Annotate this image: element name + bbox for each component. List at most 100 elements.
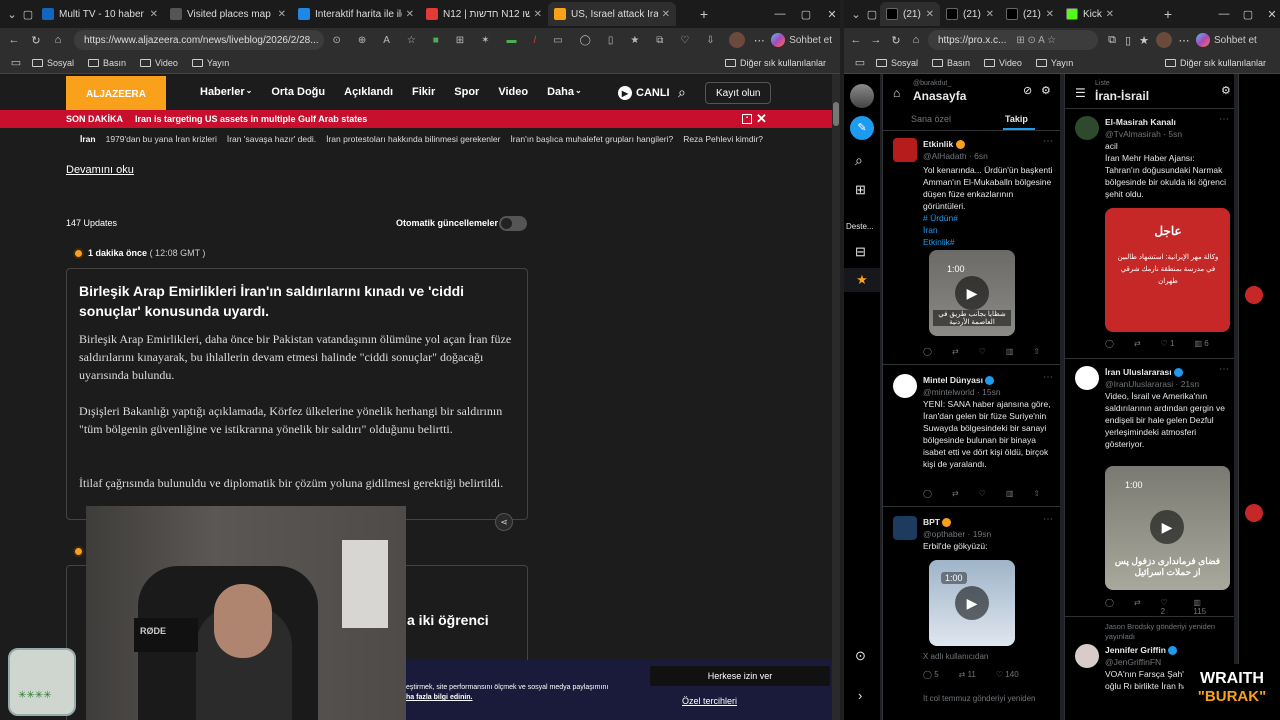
like-icon[interactable]: ♡ 140	[996, 670, 1019, 679]
post-avatar[interactable]	[1075, 366, 1099, 390]
split-icon-r[interactable]: ▯	[1120, 34, 1136, 47]
search-icon-x[interactable]: ⌕	[855, 152, 863, 169]
share-icon[interactable]: ⋖	[495, 513, 513, 531]
bookmark-folder[interactable]: Video	[984, 58, 1022, 68]
post-avatar[interactable]	[893, 374, 917, 398]
tweet-actions[interactable]: ◯ ⇄ ♡ 2 ▥ 115	[1105, 598, 1234, 616]
tweet[interactable]: İran Uluslararası @IranUluslararasi · 21…	[1105, 366, 1230, 450]
minimize-icon[interactable]: —	[772, 8, 788, 20]
aj-menu-item[interactable]: Spor	[454, 86, 479, 98]
browser-tab[interactable]: (21) X ✕	[940, 2, 1000, 26]
tab-close-icon[interactable]: ✕	[534, 9, 542, 20]
browser-tab[interactable]: N12 | חדשות N12 אתר החדשו ✕	[420, 2, 548, 26]
like-icon[interactable]: ♡	[979, 347, 986, 356]
browser-tab[interactable]: KickPr ✕	[1060, 2, 1120, 26]
like-icon[interactable]: ♡ 1	[1161, 339, 1175, 348]
like-icon[interactable]: ♡ 2	[1161, 598, 1174, 616]
tweet-more-icon[interactable]: ⋯	[1219, 114, 1229, 125]
favorites-icon[interactable]: ★	[630, 35, 639, 46]
read-aloud-icon[interactable]: ⊙	[332, 35, 340, 46]
bookmark-menu-icon-r[interactable]: ▭	[852, 56, 868, 69]
retweet-icon[interactable]: ⇄	[1134, 339, 1141, 348]
browser-tab[interactable]: (21) X ✕	[880, 2, 940, 26]
chat-button-r[interactable]: Sohbet et	[1214, 35, 1257, 46]
minimize-icon-r[interactable]: —	[1216, 8, 1232, 20]
tweet-more-icon[interactable]: ⋯	[1219, 364, 1229, 375]
aj-menu-item[interactable]: Video	[498, 86, 528, 98]
aj-menu-item[interactable]: Daha	[547, 86, 574, 98]
breaking-news-bar[interactable]: SON DAKİKA Iran is targeting US assets i…	[0, 110, 832, 128]
tab-close-icon[interactable]: ✕	[150, 9, 158, 20]
tab-close-icon[interactable]: ✕	[278, 9, 286, 20]
retweet-icon[interactable]: ⇄	[1134, 598, 1141, 616]
tweet-actions[interactable]: ◯ ⇄ ♡ 1 ▥ 6	[1105, 339, 1229, 348]
compose-icon[interactable]: ✎	[850, 116, 874, 140]
browser-tab[interactable]: Multi TV - 10 haber k ✕	[36, 2, 164, 26]
profile-avatar-r[interactable]	[1156, 32, 1172, 48]
add-column-icon[interactable]: ⊞	[855, 182, 866, 198]
bookmark-folder[interactable]: Yayın	[191, 58, 229, 68]
reply-icon[interactable]: ◯ 5	[923, 670, 939, 679]
more-menu-icon[interactable]: ⋯	[751, 34, 767, 47]
other-bookmarks[interactable]: Diğer sık kullanılanlar	[724, 58, 826, 68]
live-button[interactable]: ▶ CANLI	[618, 86, 670, 100]
topic-link[interactable]: İran protestoları hakkında bilinmesi ger…	[326, 134, 500, 144]
tab-actions-icon-r[interactable]: ⌄	[848, 8, 864, 21]
collections-icon[interactable]: ⧉	[656, 35, 663, 46]
like-icon[interactable]: ♡	[979, 489, 986, 498]
ext-icon-4[interactable]: ▬	[507, 35, 517, 46]
copilot-icon[interactable]	[771, 33, 786, 47]
tab-close-icon[interactable]: ✕	[926, 9, 934, 20]
browser-tab[interactable]: Interaktif harita ile ilgili sc ✕	[292, 2, 420, 26]
close-window-icon-r[interactable]: ✕	[1264, 8, 1280, 21]
column-settings-icon[interactable]: ⚙	[1041, 84, 1051, 97]
tweet-more-icon[interactable]: ⋯	[1043, 514, 1053, 525]
post-avatar[interactable]	[1075, 116, 1099, 140]
ext-icon-2[interactable]: ⊞	[456, 35, 464, 46]
cookie-link[interactable]: ha fazla bilgi edinin.	[406, 694, 473, 701]
reply-icon[interactable]: ◯	[1105, 339, 1114, 348]
third-col-avatar-2[interactable]	[1245, 504, 1263, 522]
retweet-icon[interactable]: ⇄	[952, 347, 959, 356]
address-bar[interactable]: https://www.aljazeera.com/news/liveblog/…	[74, 30, 324, 50]
aj-logo[interactable]: ALJAZEERA	[66, 76, 166, 112]
tweet[interactable]: Mintel Dünyası @mintelworld · 15sn YENİ:…	[923, 374, 1053, 470]
tweet[interactable]: Etkinlik @AlHadath · 6sn Yol kenarında..…	[923, 138, 1053, 248]
tweet-video[interactable]: 1:00 ▶ فضای فرمانداری دزفول پس از حملات …	[1105, 466, 1230, 590]
bookmark-folder[interactable]: Yayın	[1035, 58, 1073, 68]
views-icon[interactable]: ▥ 115	[1193, 598, 1214, 616]
support-label[interactable]: Deste...	[846, 222, 874, 231]
play-icon[interactable]: ▶	[1150, 510, 1184, 544]
tweet-tags[interactable]: # Ürdün# İran Etkinlik#	[923, 212, 1053, 248]
ext-icon-7[interactable]: ◯	[580, 35, 591, 46]
favorites-icon-r[interactable]: ★	[1136, 34, 1152, 47]
tweet-actions[interactable]: ◯ ⇄ ♡ ▥ ⇧	[923, 347, 1060, 356]
home-icon[interactable]: ⌂	[50, 34, 66, 46]
tweet[interactable]: El-Masirah Kanalı @TvAlmasirah · 5sn aci…	[1105, 116, 1230, 200]
auto-updates-toggle[interactable]	[499, 216, 527, 231]
reload-icon-r[interactable]: ↻	[888, 34, 904, 47]
reply-icon[interactable]: ◯	[1105, 598, 1114, 616]
tab-following[interactable]: Takip	[1005, 114, 1028, 124]
heart-icon[interactable]: ♡	[680, 35, 689, 46]
tab-close-icon[interactable]: ✕	[1106, 9, 1114, 20]
bookmark-folder[interactable]: Basın	[932, 58, 970, 68]
tab-actions-icon[interactable]: ⌄	[4, 8, 20, 21]
third-col-avatar[interactable]	[1245, 286, 1263, 304]
ext-icon-3[interactable]: ✶	[481, 35, 489, 46]
post-avatar[interactable]	[1075, 644, 1099, 668]
more-menu-icon-r[interactable]: ⋯	[1176, 34, 1192, 47]
maximize-icon-r[interactable]: ▢	[1240, 8, 1256, 21]
play-icon[interactable]: ▶	[955, 586, 989, 620]
left-scroll-thumb[interactable]	[833, 102, 839, 126]
new-tab-icon-r[interactable]: +	[1160, 6, 1176, 22]
tweet-video[interactable]: 1:00 ▶	[929, 560, 1015, 646]
close-window-icon[interactable]: ✕	[824, 8, 840, 21]
tab-close-icon[interactable]: ✕	[662, 9, 670, 20]
list-settings-icon[interactable]: ⚙	[1221, 84, 1231, 97]
tab-close-icon[interactable]: ✕	[1046, 9, 1054, 20]
ext-icon-r1[interactable]: ⧉	[1104, 34, 1120, 47]
tweet-more-icon[interactable]: ⋯	[1043, 372, 1053, 383]
tab-close-icon[interactable]: ✕	[406, 9, 414, 20]
xpro-avatar[interactable]	[850, 84, 874, 108]
